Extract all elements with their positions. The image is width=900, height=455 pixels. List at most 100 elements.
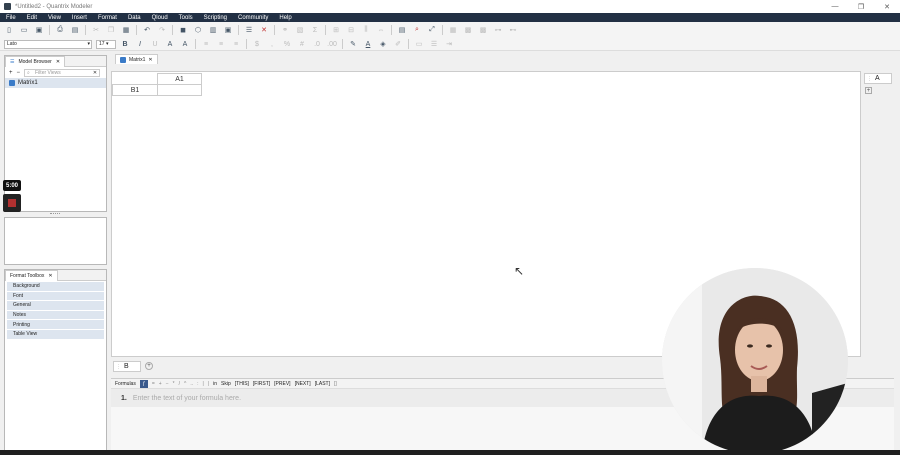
menu-edit[interactable]: Edit bbox=[27, 15, 37, 21]
menu-tools[interactable]: Tools bbox=[179, 15, 193, 21]
add-category-icon[interactable]: + bbox=[145, 362, 153, 370]
decrease-font-icon[interactable]: A bbox=[180, 39, 190, 49]
bold-icon[interactable]: B bbox=[120, 39, 130, 49]
increase-font-icon[interactable]: A bbox=[165, 39, 175, 49]
tree-item-matrix1[interactable]: Matrix1 bbox=[5, 78, 106, 88]
keyword-last[interactable]: [LAST] bbox=[315, 381, 330, 387]
link-icon[interactable]: ⚭ bbox=[280, 25, 290, 35]
formula-editor-icon[interactable]: ƒ bbox=[139, 379, 148, 388]
filter-2-icon[interactable]: ⊷ bbox=[508, 25, 518, 35]
add-icon[interactable]: + bbox=[9, 70, 13, 76]
menu-insert[interactable]: Insert bbox=[72, 15, 87, 21]
format-item-printing[interactable]: Printing bbox=[7, 320, 104, 330]
currency-icon[interactable]: $ bbox=[252, 39, 262, 49]
decimal-icon[interactable]: .0 bbox=[312, 39, 322, 49]
add-category-icon[interactable]: + bbox=[865, 87, 872, 94]
menu-community[interactable]: Community bbox=[238, 15, 268, 21]
group-icon[interactable]: ▩ bbox=[463, 25, 473, 35]
table-icon[interactable]: ⊟ bbox=[346, 25, 356, 35]
data-cell[interactable] bbox=[157, 84, 202, 96]
maximize-button[interactable]: ❐ bbox=[848, 0, 874, 13]
close-tab-icon[interactable]: ✕ bbox=[48, 273, 52, 279]
tab-model-browser[interactable]: ☰ Model Browser ✕ bbox=[5, 55, 66, 67]
format-item-general[interactable]: General bbox=[7, 301, 104, 311]
menu-file[interactable]: File bbox=[6, 15, 16, 21]
group-2-icon[interactable]: ▩ bbox=[478, 25, 488, 35]
print-icon[interactable]: ⎙ bbox=[55, 25, 65, 35]
operator-brackets[interactable]: [] bbox=[334, 381, 337, 387]
image-icon[interactable]: ▧ bbox=[295, 25, 305, 35]
stop-recording-button[interactable] bbox=[3, 194, 21, 212]
underline-icon[interactable]: U bbox=[150, 39, 160, 49]
operator-colon[interactable]: : bbox=[197, 381, 198, 387]
operator-plus[interactable]: + bbox=[159, 381, 162, 387]
text-color-icon[interactable]: A bbox=[363, 39, 373, 49]
format-item-notes[interactable]: Notes bbox=[7, 310, 104, 321]
align-left-icon[interactable]: ≡ bbox=[201, 39, 211, 49]
highlighter-icon[interactable]: ✎ bbox=[348, 39, 358, 49]
decimal-2-icon[interactable]: .00 bbox=[327, 39, 337, 49]
comma-icon[interactable]: , bbox=[267, 39, 277, 49]
copy-icon[interactable]: ❐ bbox=[106, 25, 116, 35]
filter-views-input[interactable]: ⌕ Filter Views ✕ bbox=[24, 68, 101, 77]
menu-scripting[interactable]: Scripting bbox=[204, 15, 227, 21]
border-color-icon[interactable]: ✐ bbox=[393, 39, 403, 49]
operator-equals[interactable]: = bbox=[152, 381, 155, 387]
new-canvas-icon[interactable]: ⬡ bbox=[193, 25, 203, 35]
keyword-in[interactable]: in bbox=[213, 381, 217, 387]
save-icon[interactable]: ▣ bbox=[34, 25, 44, 35]
paste-icon[interactable]: ▦ bbox=[121, 25, 131, 35]
align-right-icon[interactable]: ≡ bbox=[231, 39, 241, 49]
category-tile-a[interactable]: ⋮ A bbox=[864, 73, 892, 84]
keyword-first[interactable]: [FIRST] bbox=[253, 381, 270, 387]
percent-icon[interactable]: % bbox=[282, 39, 292, 49]
grid-icon[interactable]: ⊞ bbox=[331, 25, 341, 35]
zoom-icon[interactable]: ⌕ bbox=[412, 25, 422, 35]
new-matrix-icon[interactable]: ◼ bbox=[178, 25, 188, 35]
border-icon[interactable]: ▭ bbox=[414, 39, 424, 49]
splitter-handle[interactable] bbox=[50, 213, 60, 215]
fit-icon[interactable]: ⤢ bbox=[427, 25, 437, 35]
remove-icon[interactable]: − bbox=[17, 70, 21, 76]
new-chart-icon[interactable]: ▥ bbox=[208, 25, 218, 35]
keyword-next[interactable]: [NEXT] bbox=[295, 381, 311, 387]
operator-range[interactable]: .. bbox=[190, 381, 193, 387]
operator-pipe-2[interactable]: | bbox=[208, 381, 209, 387]
format-item-table-view[interactable]: Table View bbox=[7, 329, 104, 340]
keyword-skip[interactable]: Skip bbox=[221, 381, 231, 387]
category-icon[interactable]: ▦ bbox=[448, 25, 458, 35]
operator-pipe[interactable]: | bbox=[202, 381, 203, 387]
row-header-cell[interactable]: B1 bbox=[112, 84, 158, 96]
fill-color-icon[interactable]: ◈ bbox=[378, 39, 388, 49]
close-window-button[interactable]: ✕ bbox=[874, 0, 900, 13]
align-center-icon[interactable]: ≡ bbox=[216, 39, 226, 49]
presentation-icon[interactable]: ▣ bbox=[223, 25, 233, 35]
menu-qloud[interactable]: Qloud bbox=[152, 15, 168, 21]
number-format-icon[interactable]: # bbox=[297, 39, 307, 49]
list-view-icon[interactable]: ☰ bbox=[244, 25, 254, 35]
font-size-select[interactable]: 17 ▾ bbox=[96, 39, 116, 49]
split-icon[interactable]: ⫼ bbox=[361, 25, 371, 35]
menu-view[interactable]: View bbox=[48, 15, 61, 21]
filter-icon[interactable]: ⊶ bbox=[493, 25, 503, 35]
undo-icon[interactable]: ↶ bbox=[142, 25, 152, 35]
print-preview-icon[interactable]: ▤ bbox=[70, 25, 80, 35]
indent-icon[interactable]: ⇥ bbox=[444, 39, 454, 49]
operator-multiply[interactable]: * bbox=[173, 381, 175, 387]
expand-icon[interactable]: ⇔ bbox=[376, 25, 386, 35]
open-folder-icon[interactable]: ▭ bbox=[19, 25, 29, 35]
format-item-background[interactable]: Background bbox=[7, 282, 104, 292]
clear-filter-icon[interactable]: ✕ bbox=[93, 70, 97, 76]
sum-icon[interactable]: Σ bbox=[310, 25, 320, 35]
redo-icon[interactable]: ↷ bbox=[157, 25, 167, 35]
operator-power[interactable]: ^ bbox=[184, 381, 186, 387]
italic-icon[interactable]: I bbox=[135, 39, 145, 49]
minimize-button[interactable]: — bbox=[822, 0, 848, 13]
new-file-icon[interactable]: ▯ bbox=[4, 25, 14, 35]
layout-icon[interactable]: ▤ bbox=[397, 25, 407, 35]
tab-matrix1[interactable]: Matrix1 ✕ bbox=[115, 54, 158, 64]
menu-format[interactable]: Format bbox=[98, 15, 117, 21]
menu-data[interactable]: Data bbox=[128, 15, 141, 21]
operator-minus[interactable]: − bbox=[166, 381, 169, 387]
keyword-prev[interactable]: [PREV] bbox=[274, 381, 290, 387]
